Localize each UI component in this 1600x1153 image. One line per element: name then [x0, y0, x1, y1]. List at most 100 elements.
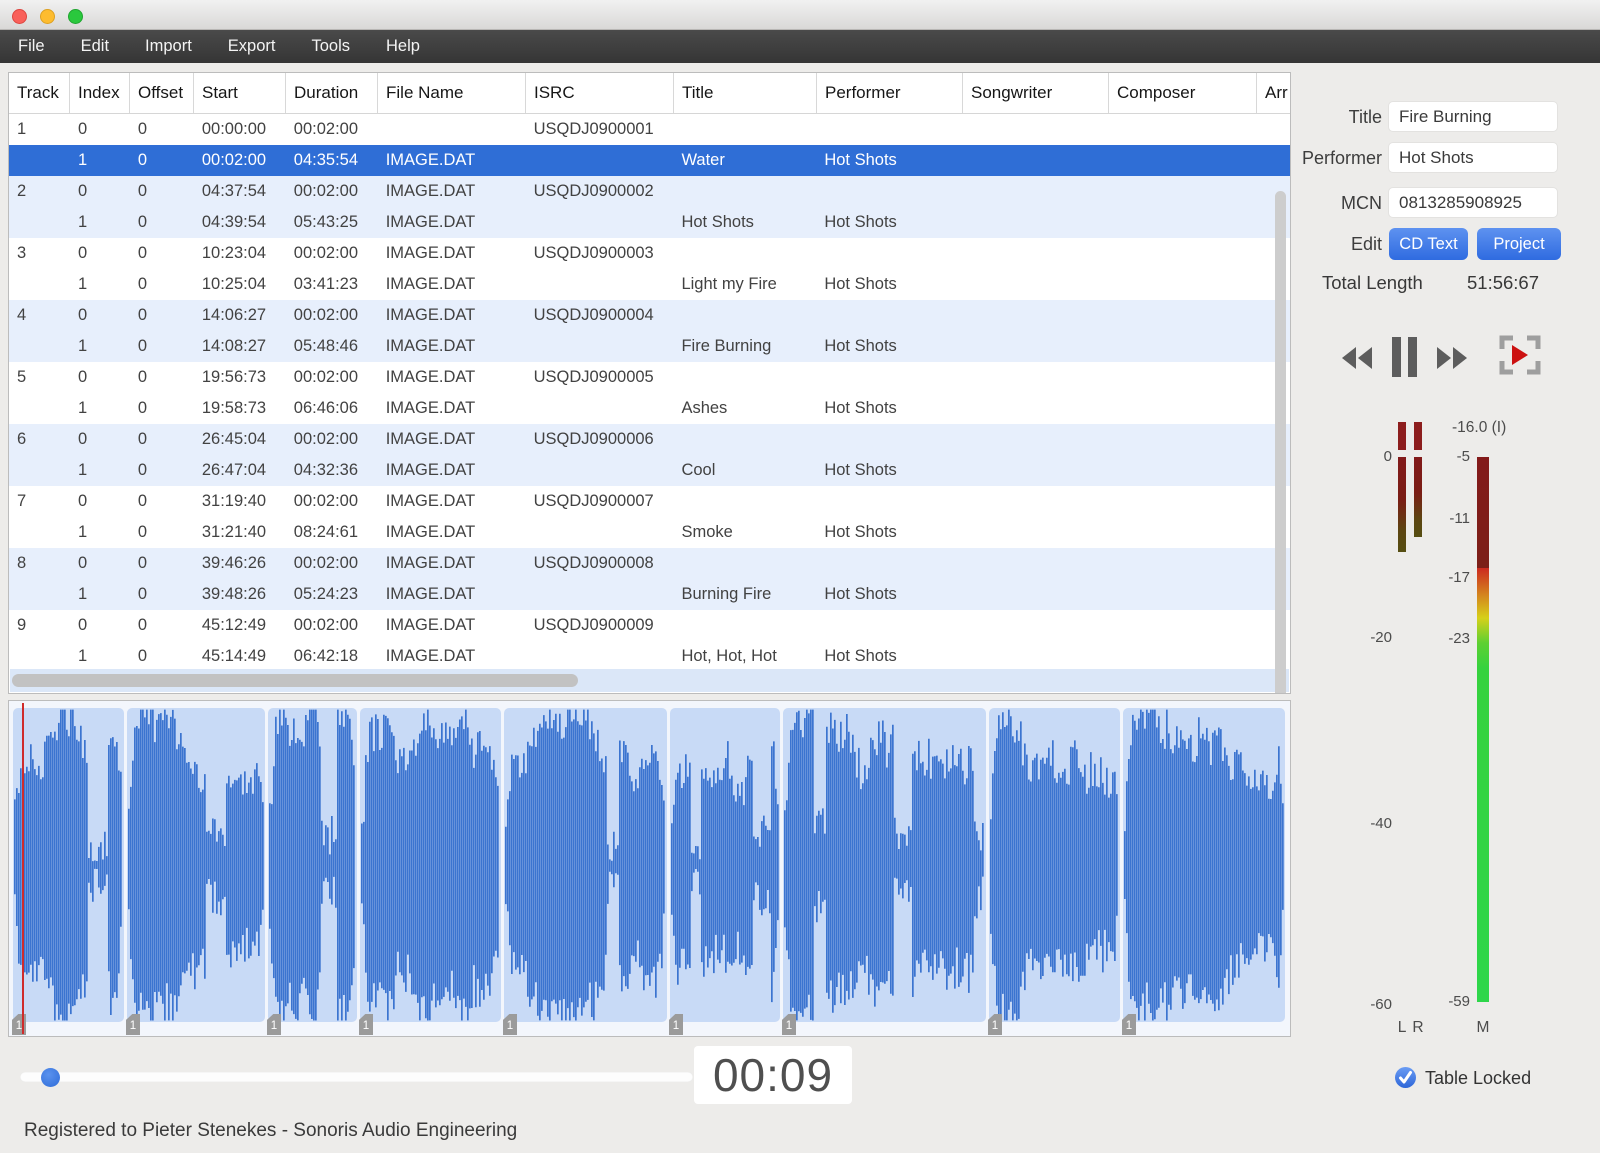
- menu-item-help[interactable]: Help: [368, 30, 438, 63]
- cell-index: 1: [70, 641, 130, 672]
- cell-title: Water: [673, 145, 816, 176]
- column-header-performer[interactable]: Performer: [817, 73, 963, 113]
- cell-songwriter: [962, 610, 1108, 641]
- menu-item-import[interactable]: Import: [127, 30, 210, 63]
- table-row[interactable]: 1004:39:5405:43:25IMAGE.DATHot ShotsHot …: [9, 207, 1290, 238]
- column-header-file-name[interactable]: File Name: [378, 73, 526, 113]
- column-header-title[interactable]: Title: [674, 73, 817, 113]
- cell-track: 1: [9, 114, 70, 145]
- table-row[interactable]: 1019:58:7306:46:06IMAGE.DATAshesHot Shot…: [9, 393, 1290, 424]
- play-selection-button[interactable]: [1498, 335, 1542, 378]
- lr-scale-tick: -60: [1340, 996, 1392, 1013]
- cell-performer: [816, 300, 962, 331]
- cell-composer: [1108, 145, 1256, 176]
- cell-track: 9: [9, 610, 70, 641]
- mcn-field[interactable]: [1388, 187, 1558, 218]
- cell-duration: 00:02:00: [286, 610, 378, 641]
- table-row[interactable]: 1039:48:2605:24:23IMAGE.DATBurning FireH…: [9, 579, 1290, 610]
- cell-index: 1: [70, 517, 130, 548]
- cell-offset: 0: [130, 610, 194, 641]
- cell-track: [9, 393, 70, 424]
- rewind-button[interactable]: [1341, 346, 1373, 373]
- cell-duration: 05:48:46: [286, 331, 378, 362]
- table-row[interactable]: 30010:23:0400:02:00IMAGE.DATUSQDJ0900003: [9, 238, 1290, 269]
- cell-track: 6: [9, 424, 70, 455]
- waveform-segment-track-5[interactable]: 1: [504, 708, 667, 1022]
- waveform-segment-track-4[interactable]: 1: [360, 708, 501, 1022]
- pause-button[interactable]: [1392, 337, 1417, 380]
- project-button[interactable]: Project: [1477, 228, 1561, 260]
- cell-duration: 08:24:61: [286, 517, 378, 548]
- zoom-button[interactable]: [68, 9, 83, 24]
- checkmark-icon: [1395, 1067, 1416, 1088]
- seek-slider-thumb[interactable]: [41, 1068, 60, 1087]
- cell-track: 7: [9, 486, 70, 517]
- cell-isrc: USQDJ0900006: [526, 424, 674, 455]
- horizontal-scrollbar-thumb[interactable]: [12, 674, 578, 687]
- column-header-index[interactable]: Index: [70, 73, 130, 113]
- table-row[interactable]: 80039:46:2600:02:00IMAGE.DATUSQDJ0900008: [9, 548, 1290, 579]
- fast-forward-button[interactable]: [1436, 346, 1468, 373]
- table-row[interactable]: 10000:00:0000:02:00USQDJ0900001: [9, 114, 1290, 145]
- table-locked-checkbox[interactable]: [1395, 1067, 1416, 1088]
- cell-file-name: IMAGE.DAT: [378, 145, 526, 176]
- column-header-start[interactable]: Start: [194, 73, 286, 113]
- performer-field[interactable]: [1388, 142, 1558, 173]
- waveform-segment-track-3[interactable]: 1: [268, 708, 357, 1022]
- table-row[interactable]: 50019:56:7300:02:00IMAGE.DATUSQDJ0900005: [9, 362, 1290, 393]
- cell-title: Cool: [673, 455, 816, 486]
- table-row[interactable]: 40014:06:2700:02:00IMAGE.DATUSQDJ0900004: [9, 300, 1290, 331]
- cell-duration: 06:46:06: [286, 393, 378, 424]
- waveform-segment-track-6[interactable]: 1: [670, 708, 780, 1022]
- minimize-button[interactable]: [40, 9, 55, 24]
- waveform-segment-track-8[interactable]: 1: [989, 708, 1120, 1022]
- table-row[interactable]: 20004:37:5400:02:00IMAGE.DATUSQDJ0900002: [9, 176, 1290, 207]
- seek-slider[interactable]: [20, 1072, 693, 1082]
- table-row[interactable]: 1014:08:2705:48:46IMAGE.DATFire BurningH…: [9, 331, 1290, 362]
- menu-item-file[interactable]: File: [0, 30, 63, 63]
- vertical-scrollbar-thumb[interactable]: [1275, 191, 1286, 694]
- playhead-cursor[interactable]: [22, 703, 24, 1034]
- waveform-segment-track-7[interactable]: 1: [783, 708, 986, 1022]
- table-row[interactable]: 70031:19:4000:02:00IMAGE.DATUSQDJ0900007: [9, 486, 1290, 517]
- loudness-meter: [1477, 457, 1489, 1002]
- table-row[interactable]: 1000:02:0004:35:54IMAGE.DATWaterHot Shot…: [9, 145, 1290, 176]
- horizontal-scrollbar[interactable]: [10, 669, 1289, 692]
- cell-performer: [816, 114, 962, 145]
- table-row[interactable]: 90045:12:4900:02:00IMAGE.DATUSQDJ0900009: [9, 610, 1290, 641]
- table-row[interactable]: 1031:21:4008:24:61IMAGE.DATSmokeHot Shot…: [9, 517, 1290, 548]
- table-row[interactable]: 1026:47:0404:32:36IMAGE.DATCoolHot Shots: [9, 455, 1290, 486]
- cell-performer: Hot Shots: [816, 517, 962, 548]
- cell-index: 0: [70, 486, 130, 517]
- cell-composer: [1108, 548, 1256, 579]
- waveform-segment-track-2[interactable]: 1: [127, 708, 265, 1022]
- cell-composer: [1108, 331, 1256, 362]
- column-header-songwriter[interactable]: Songwriter: [963, 73, 1109, 113]
- menu-item-edit[interactable]: Edit: [63, 30, 127, 63]
- cd-text-button[interactable]: CD Text: [1389, 228, 1468, 260]
- close-button[interactable]: [12, 9, 27, 24]
- column-header-offset[interactable]: Offset: [130, 73, 194, 113]
- menu-item-tools[interactable]: Tools: [293, 30, 368, 63]
- table-row[interactable]: 60026:45:0400:02:00IMAGE.DATUSQDJ0900006: [9, 424, 1290, 455]
- cell-isrc: USQDJ0900009: [526, 610, 674, 641]
- cell-songwriter: [962, 548, 1108, 579]
- waveform-panel: 111111111: [8, 700, 1291, 1037]
- cell-index: 1: [70, 455, 130, 486]
- cell-duration: 04:32:36: [286, 455, 378, 486]
- menu-item-export[interactable]: Export: [210, 30, 294, 63]
- waveform-segment-track-1[interactable]: 1: [13, 708, 124, 1022]
- cell-index: 0: [70, 362, 130, 393]
- table-row[interactable]: 1010:25:0403:41:23IMAGE.DATLight my Fire…: [9, 269, 1290, 300]
- column-header-composer[interactable]: Composer: [1109, 73, 1257, 113]
- title-field[interactable]: [1388, 101, 1558, 132]
- waveform-segment-track-9[interactable]: 1: [1123, 708, 1285, 1022]
- column-header-track[interactable]: Track: [9, 73, 70, 113]
- table-row[interactable]: 1045:14:4906:42:18IMAGE.DATHot, Hot, Hot…: [9, 641, 1290, 672]
- column-header-duration[interactable]: Duration: [286, 73, 378, 113]
- column-header-isrc[interactable]: ISRC: [526, 73, 674, 113]
- performer-label: Performer: [1262, 148, 1382, 169]
- cell-index: 1: [70, 579, 130, 610]
- cell-songwriter: [962, 362, 1108, 393]
- lr-scale-tick: -20: [1340, 629, 1392, 646]
